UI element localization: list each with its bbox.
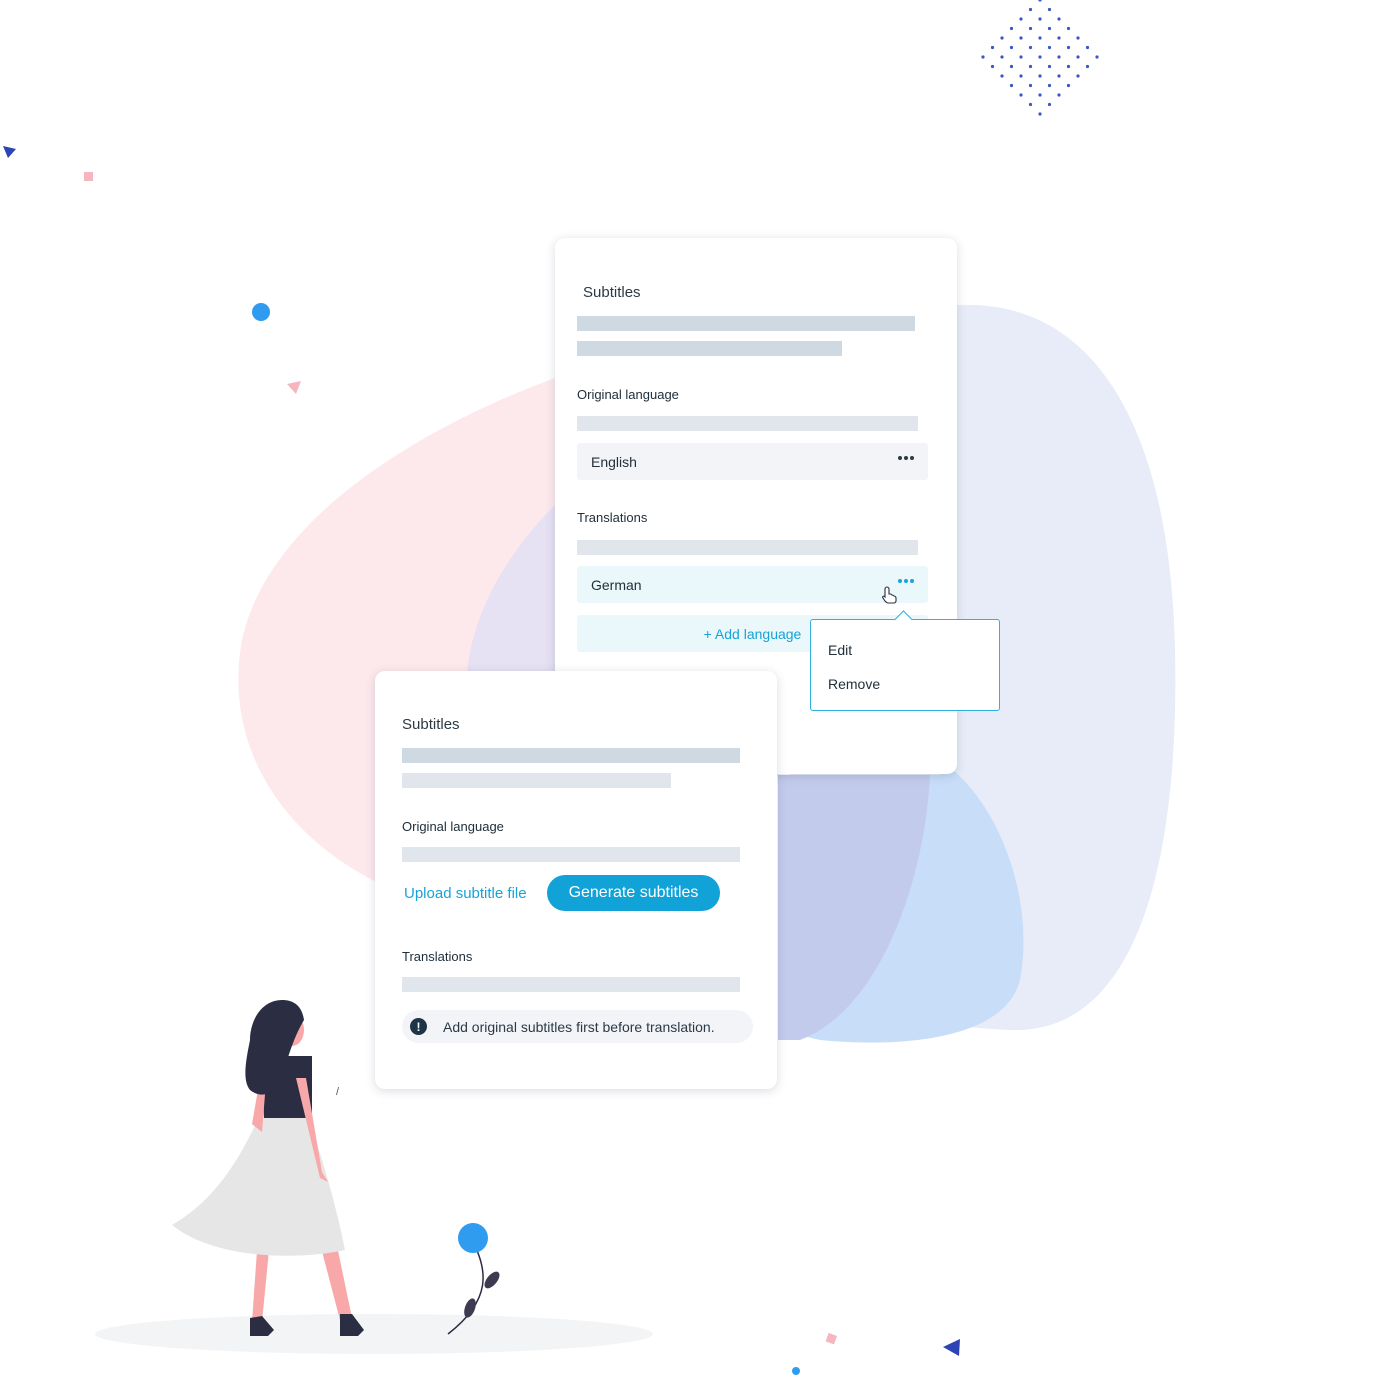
diamond-dot xyxy=(1038,74,1042,78)
diamond-dot xyxy=(1066,45,1071,50)
blue-small-dot-decoration xyxy=(792,1367,800,1375)
subtitles-card-empty: Subtitles Original language Upload subti… xyxy=(375,671,777,1089)
diamond-dot xyxy=(981,55,985,59)
info-exclamation-icon: ! xyxy=(410,1018,427,1035)
card-title: Subtitles xyxy=(583,284,641,301)
diamond-dot xyxy=(1019,55,1023,59)
translation-row-german[interactable]: German xyxy=(577,566,928,604)
diamond-dot xyxy=(1066,64,1071,69)
original-language-row[interactable]: English xyxy=(577,443,928,480)
diamond-dot xyxy=(1038,0,1042,2)
diamond-dot xyxy=(1009,64,1014,69)
diamond-dot xyxy=(1038,17,1042,21)
diamond-dot xyxy=(1028,26,1033,31)
diamond-dot xyxy=(1028,102,1033,107)
decor-mark: / xyxy=(336,1086,340,1098)
navy-triangle-decoration-bottom xyxy=(943,1339,960,1356)
diamond-dot xyxy=(1038,36,1042,40)
skeleton-line xyxy=(577,540,918,555)
ground-shadow xyxy=(95,1314,653,1354)
diamond-dot xyxy=(1038,93,1042,97)
notice-text: Add original subtitles first before tran… xyxy=(443,1018,715,1035)
menu-item-remove[interactable]: Remove xyxy=(828,676,880,692)
hand-pointer-icon xyxy=(882,586,897,604)
card-title: Subtitles xyxy=(402,716,460,733)
original-language-label: Original language xyxy=(402,819,504,834)
diamond-dot xyxy=(1057,17,1061,21)
diamond-dot xyxy=(1038,112,1042,116)
pink-triangle-decoration xyxy=(287,381,301,394)
diamond-dot xyxy=(1047,83,1052,88)
diamond-dot xyxy=(1000,55,1004,59)
skeleton-line xyxy=(402,773,671,788)
skeleton-line xyxy=(577,416,918,431)
diamond-dot xyxy=(1009,26,1014,31)
diamond-dot xyxy=(1057,36,1061,40)
language-name: English xyxy=(591,453,637,470)
skeleton-line xyxy=(402,977,740,992)
diamond-dot xyxy=(1047,26,1052,31)
diamond-dot xyxy=(990,45,995,50)
pink-square-decoration-bottom xyxy=(825,1332,838,1345)
skeleton-line xyxy=(577,341,842,356)
diamond-dot xyxy=(1047,102,1052,107)
diamond-dot xyxy=(1076,36,1080,40)
diamond-dot xyxy=(1028,7,1033,12)
skeleton-line xyxy=(402,847,740,862)
diamond-dot xyxy=(1028,83,1033,88)
diamond-dot xyxy=(1057,93,1061,97)
diamond-dot xyxy=(1076,74,1080,78)
diamond-dot xyxy=(1038,55,1042,59)
diamond-dot xyxy=(1057,74,1061,78)
diamond-dot xyxy=(1066,26,1071,31)
diamond-dot xyxy=(990,64,995,69)
diamond-dot xyxy=(1047,64,1052,69)
dotted-diamond-decoration xyxy=(981,0,1099,116)
diamond-dot xyxy=(1085,64,1090,69)
skeleton-line xyxy=(577,316,915,331)
diamond-dot xyxy=(1066,83,1071,88)
translations-label: Translations xyxy=(577,510,648,525)
diamond-dot xyxy=(1076,55,1080,59)
language-options-menu: Edit Remove xyxy=(810,610,1000,711)
diamond-dot xyxy=(1019,93,1023,97)
diamond-dot xyxy=(1028,64,1033,69)
diamond-dot xyxy=(1000,74,1004,78)
diamond-dot xyxy=(1095,55,1099,59)
translations-label: Translations xyxy=(402,949,473,964)
menu-item-edit[interactable]: Edit xyxy=(828,642,852,658)
generate-subtitles-button[interactable]: Generate subtitles xyxy=(547,875,720,911)
diamond-dot xyxy=(1047,7,1052,12)
language-name: German xyxy=(591,576,642,593)
translation-notice: ! Add original subtitles first before tr… xyxy=(402,1010,753,1043)
original-language-label: Original language xyxy=(577,387,679,402)
diamond-dot xyxy=(1009,45,1014,50)
blue-dot-decoration xyxy=(252,303,270,321)
more-horizontal-icon[interactable] xyxy=(898,456,914,460)
more-horizontal-icon[interactable] xyxy=(898,579,914,583)
diamond-dot xyxy=(1047,45,1052,50)
diamond-dot xyxy=(1019,74,1023,78)
diamond-dot xyxy=(1019,36,1023,40)
upload-subtitle-file-link[interactable]: Upload subtitle file xyxy=(404,885,527,902)
diamond-dot xyxy=(1019,17,1023,21)
diamond-dot xyxy=(1009,83,1014,88)
diamond-dot xyxy=(1000,36,1004,40)
diamond-dot xyxy=(1085,45,1090,50)
diamond-dot xyxy=(1057,55,1061,59)
navy-triangle-decoration xyxy=(3,146,16,158)
woman-illustration xyxy=(172,1000,364,1336)
skeleton-line xyxy=(402,748,740,763)
pink-square-decoration xyxy=(84,172,93,181)
diamond-dot xyxy=(1028,45,1033,50)
